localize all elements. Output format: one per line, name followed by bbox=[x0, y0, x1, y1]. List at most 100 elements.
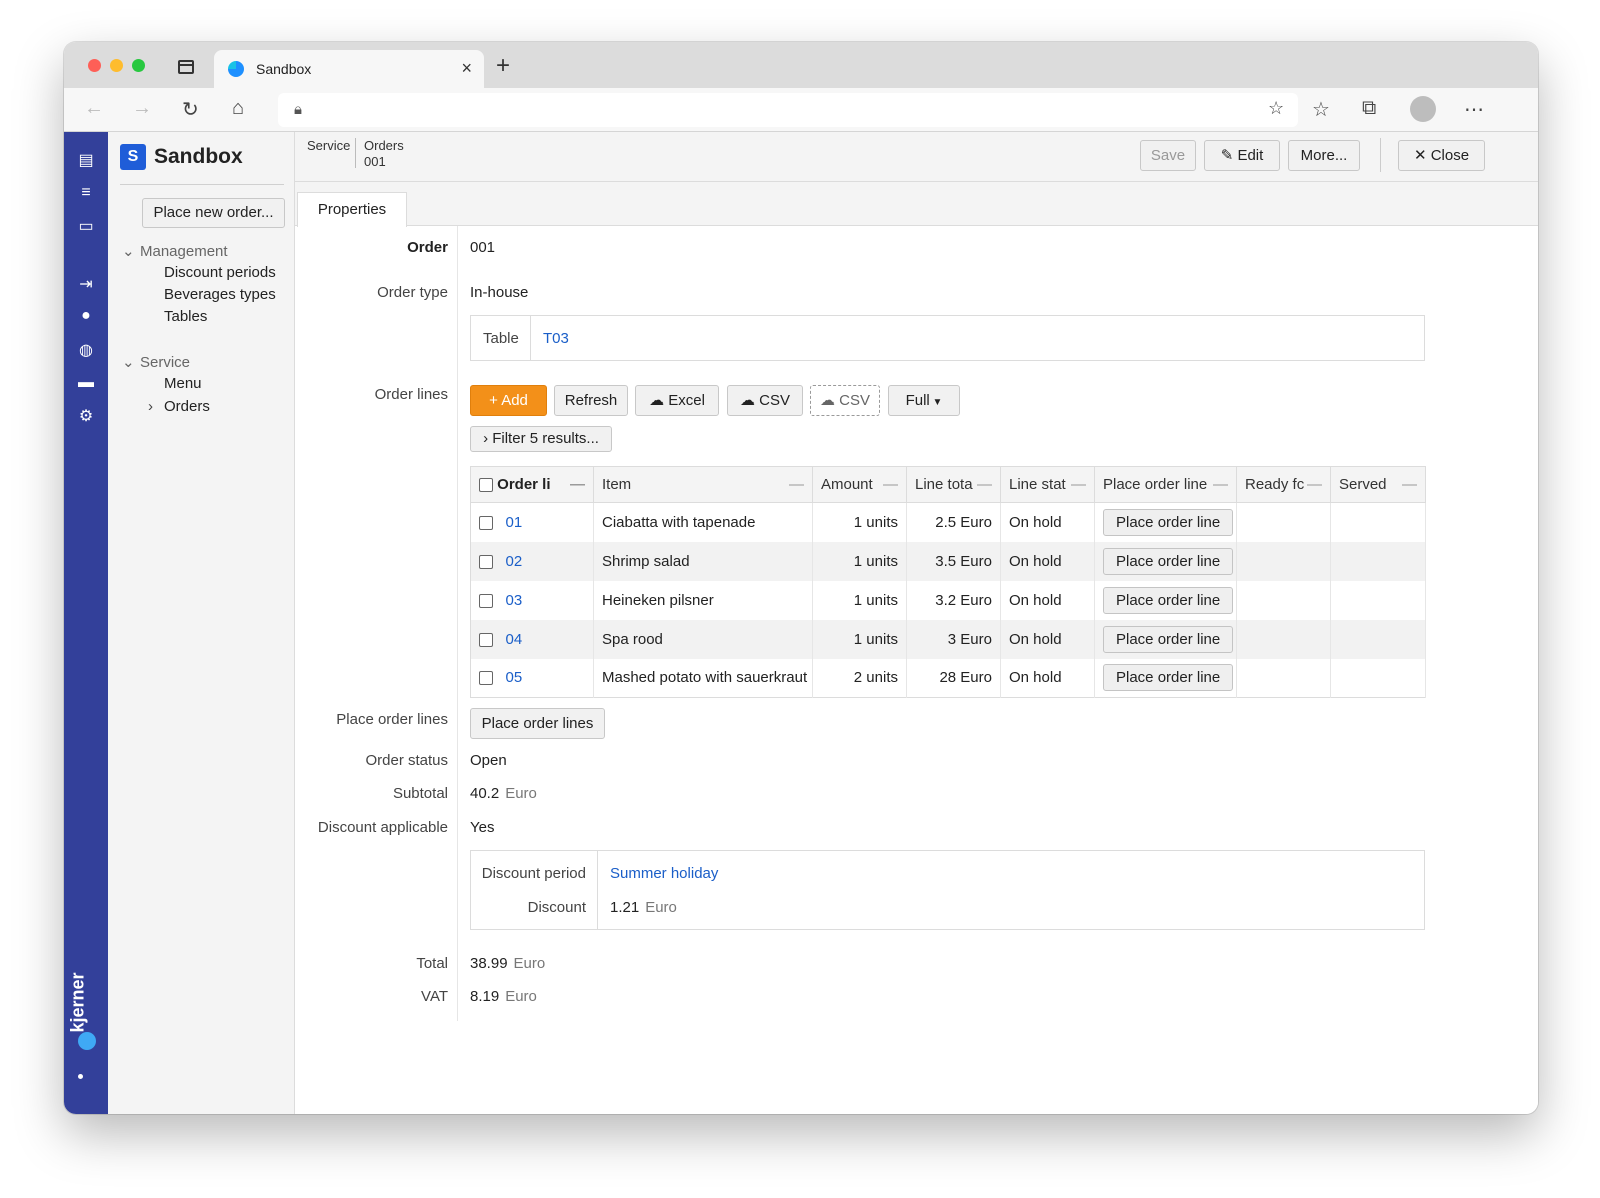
place-order-line-button[interactable]: Place order line bbox=[1103, 547, 1234, 575]
breadcrumb-service[interactable]: Service bbox=[307, 138, 350, 154]
table-row[interactable]: 05 Mashed potato with sauerkraut 2 units… bbox=[470, 658, 1426, 698]
csv-export-button[interactable]: ☁ CSV bbox=[810, 385, 880, 416]
refresh-button[interactable]: Refresh bbox=[554, 385, 628, 416]
address-bar[interactable]: 🔒︎ ☆ bbox=[278, 93, 1298, 127]
sidebar-item-discount-periods[interactable]: Discount periods bbox=[164, 264, 276, 281]
column-menu-icon[interactable]: — bbox=[977, 476, 992, 493]
table-row[interactable]: 03 Heineken pilsner 1 units 3.2 Euro On … bbox=[470, 580, 1426, 620]
close-window-button[interactable] bbox=[88, 59, 101, 72]
view-select[interactable]: Full ▼ bbox=[888, 385, 960, 416]
column-header-amount[interactable]: Amount — bbox=[812, 466, 907, 503]
tab-properties[interactable]: Properties bbox=[297, 192, 407, 227]
main-panel: Service Orders 001 Save ✎ Edit More... ✕… bbox=[295, 132, 1538, 1114]
place-new-order-button[interactable]: Place new order... bbox=[142, 198, 285, 228]
minimize-window-button[interactable] bbox=[110, 59, 123, 72]
browser-tab[interactable]: Sandbox × bbox=[214, 50, 484, 88]
column-menu-icon[interactable]: — bbox=[1307, 476, 1322, 493]
order-line-link[interactable]: 04 bbox=[506, 631, 523, 648]
subtotal-value: 40.2 bbox=[470, 785, 500, 802]
line-total-cell: 3.5 Euro bbox=[906, 541, 1001, 581]
sidebar-item-tables[interactable]: Tables bbox=[164, 308, 207, 325]
home-icon[interactable]: ⌂ bbox=[232, 97, 244, 120]
column-header-line-status[interactable]: Line stat — bbox=[1000, 466, 1095, 503]
column-header-served[interactable]: Served — bbox=[1330, 466, 1426, 503]
order-line-link[interactable]: 02 bbox=[506, 553, 523, 570]
reload-icon[interactable]: ↻ bbox=[182, 97, 199, 122]
sidebar-item-menu[interactable]: Menu bbox=[164, 375, 202, 392]
table-row[interactable]: 01 Ciabatta with tapenade 1 units 2.5 Eu… bbox=[470, 502, 1426, 542]
maximize-window-button[interactable] bbox=[132, 59, 145, 72]
ready-cell bbox=[1236, 580, 1331, 620]
tree-group-service[interactable]: ⌄ Service bbox=[122, 353, 190, 371]
new-tab-icon[interactable]: + bbox=[496, 52, 510, 80]
excel-button[interactable]: ☁ Excel bbox=[635, 385, 719, 416]
column-menu-icon[interactable]: — bbox=[1071, 476, 1086, 493]
column-header-item[interactable]: Item — bbox=[593, 466, 813, 503]
order-line-link[interactable]: 05 bbox=[506, 669, 523, 686]
tree-group-management[interactable]: ⌄ Management bbox=[122, 242, 228, 260]
discount-period-link[interactable]: Summer holiday bbox=[610, 865, 718, 882]
table-link[interactable]: T03 bbox=[543, 330, 569, 347]
row-checkbox[interactable] bbox=[479, 554, 493, 569]
tab-overview-icon[interactable] bbox=[178, 60, 194, 74]
line-total-cell: 2.5 Euro bbox=[906, 502, 1001, 542]
column-menu-icon[interactable]: — bbox=[1213, 476, 1228, 493]
order-line-link[interactable]: 01 bbox=[506, 514, 523, 531]
sign-in-icon[interactable]: ⇥ bbox=[64, 274, 108, 294]
close-button[interactable]: ✕ Close bbox=[1398, 140, 1485, 171]
breadcrumb-orders[interactable]: Orders 001 bbox=[364, 138, 404, 170]
back-icon[interactable]: ← bbox=[84, 97, 104, 120]
document-icon[interactable]: ▤ bbox=[64, 150, 108, 170]
view-select-label: Full bbox=[905, 392, 930, 409]
table-row[interactable]: 02 Shrimp salad 1 units 3.5 Euro On hold… bbox=[470, 541, 1426, 581]
place-order-lines-button[interactable]: Place order lines bbox=[470, 708, 605, 739]
sidebar-item-beverages-types[interactable]: Beverages types bbox=[164, 286, 276, 303]
vat-value: 8.19 bbox=[470, 988, 500, 1005]
tab-close-icon[interactable]: × bbox=[461, 58, 472, 79]
edit-button[interactable]: ✎ Edit bbox=[1204, 140, 1280, 171]
window-icon[interactable]: ▭ bbox=[64, 216, 108, 236]
forward-icon[interactable]: → bbox=[132, 97, 152, 120]
palette-icon[interactable]: ● bbox=[64, 307, 108, 325]
order-line-link[interactable]: 03 bbox=[506, 592, 523, 609]
row-checkbox[interactable] bbox=[479, 671, 493, 686]
column-menu-icon[interactable]: — bbox=[789, 476, 804, 493]
tab-title: Sandbox bbox=[256, 61, 312, 77]
more-menu-icon[interactable]: ⋯ bbox=[1464, 97, 1484, 122]
column-header-order-line[interactable]: Order li — bbox=[470, 466, 594, 503]
chevron-right-icon: › bbox=[483, 430, 493, 447]
save-button[interactable]: Save bbox=[1140, 140, 1196, 171]
csv-label: CSV bbox=[759, 392, 790, 409]
row-checkbox[interactable] bbox=[479, 593, 493, 608]
table-row[interactable]: 04 Spa rood 1 units 3 Euro On hold Place… bbox=[470, 619, 1426, 659]
column-header-line-total[interactable]: Line tota — bbox=[906, 466, 1001, 503]
column-menu-icon[interactable]: — bbox=[883, 476, 898, 493]
add-favorite-icon[interactable]: ☆ bbox=[1268, 98, 1284, 119]
csv-button[interactable]: ☁ CSV bbox=[727, 385, 803, 416]
column-header-ready[interactable]: Ready fc — bbox=[1236, 466, 1331, 503]
card-icon[interactable]: ▬ bbox=[64, 374, 108, 392]
collections-icon[interactable]: ⧉ bbox=[1362, 97, 1376, 120]
more-button[interactable]: More... bbox=[1288, 140, 1360, 171]
place-order-line-button[interactable]: Place order line bbox=[1103, 586, 1234, 614]
row-checkbox[interactable] bbox=[479, 632, 493, 647]
place-order-line-button[interactable]: Place order line bbox=[1103, 508, 1234, 536]
tasks-icon[interactable]: ≡ bbox=[64, 184, 108, 202]
favorites-icon[interactable]: ☆ bbox=[1312, 97, 1330, 122]
gear-icon[interactable]: ⚙ bbox=[64, 406, 108, 426]
filter-results-button[interactable]: › Filter 5 results... bbox=[470, 426, 612, 452]
row-checkbox[interactable] bbox=[479, 515, 493, 530]
profile-avatar[interactable] bbox=[1410, 96, 1436, 122]
app: ▤ ≡ ▭ ⇥ ● ◍ ▬ ⚙ kjerner S Sandbox Place … bbox=[64, 132, 1538, 1114]
globe-icon[interactable]: ◍ bbox=[64, 340, 108, 360]
select-all-checkbox[interactable] bbox=[479, 478, 493, 493]
add-button[interactable]: + Add bbox=[470, 385, 547, 416]
place-order-line-button[interactable]: Place order line bbox=[1103, 664, 1234, 692]
column-menu-icon[interactable]: — bbox=[570, 476, 585, 493]
place-order-line-button[interactable]: Place order line bbox=[1103, 625, 1234, 653]
column-menu-icon[interactable]: — bbox=[1402, 476, 1417, 493]
item-cell: Ciabatta with tapenade bbox=[593, 502, 813, 542]
sidebar-item-orders[interactable]: › Orders bbox=[148, 398, 210, 415]
column-header-place-order-line[interactable]: Place order line — bbox=[1094, 466, 1237, 503]
order-status-value: Open bbox=[470, 752, 507, 769]
